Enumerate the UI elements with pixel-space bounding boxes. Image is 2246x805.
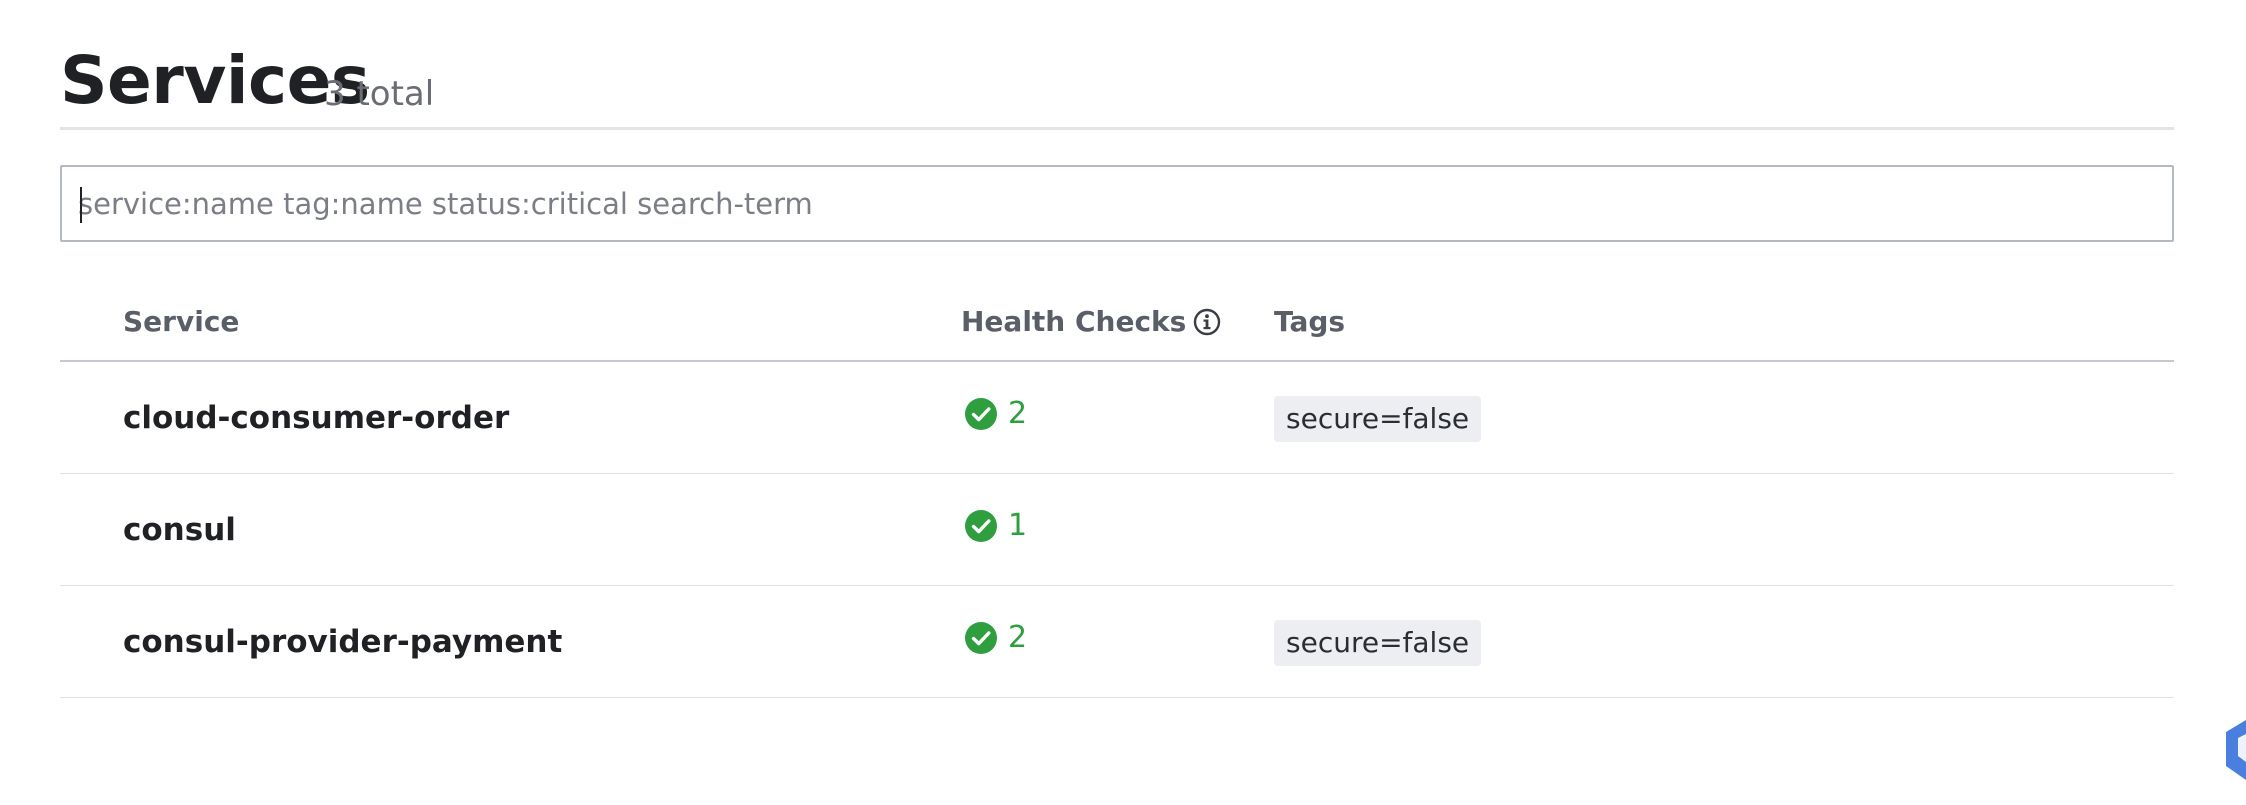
table-row[interactable]: consul 1 — [60, 474, 2174, 586]
service-name-link[interactable]: cloud-consumer-order — [123, 398, 509, 438]
passing-count: 1 — [1008, 508, 1028, 543]
text-caret — [80, 187, 82, 223]
check-circle-icon — [965, 398, 997, 430]
tag-pill: secure=false — [1274, 620, 1482, 666]
service-count: 3 total — [324, 74, 435, 114]
search-box[interactable] — [60, 165, 2174, 242]
passing-count: 2 — [1008, 396, 1028, 431]
column-header-health-label: Health Checks — [961, 305, 1187, 338]
table-header: Service Health Checks Tags — [60, 290, 2174, 362]
tag-pill: secure=false — [1274, 396, 1482, 442]
service-name-link[interactable]: consul-provider-payment — [123, 622, 562, 662]
table-row[interactable]: consul-provider-payment 2 secure=false — [60, 586, 2174, 698]
check-circle-icon — [965, 510, 997, 542]
service-name-link[interactable]: consul — [123, 510, 236, 550]
shield-badge-icon[interactable] — [2216, 710, 2246, 790]
page-header: Services 3 total — [60, 40, 2174, 130]
health-checks-cell: 2 — [964, 396, 1027, 432]
info-circle-icon[interactable] — [1192, 307, 1222, 337]
search-input[interactable] — [78, 167, 2138, 240]
health-checks-cell: 2 — [964, 620, 1027, 656]
services-page: Services 3 total Service Health Checks T… — [0, 0, 2246, 805]
services-table: Service Health Checks Tags cloud-consume… — [60, 290, 2174, 698]
health-checks-cell: 1 — [964, 508, 1027, 544]
check-circle-icon — [965, 622, 997, 654]
column-header-service[interactable]: Service — [123, 302, 239, 342]
table-row[interactable]: cloud-consumer-order 2 secure=false — [60, 362, 2174, 474]
column-header-health-checks[interactable]: Health Checks — [961, 302, 1222, 342]
passing-count: 2 — [1008, 620, 1028, 655]
column-header-tags[interactable]: Tags — [1274, 302, 1345, 342]
